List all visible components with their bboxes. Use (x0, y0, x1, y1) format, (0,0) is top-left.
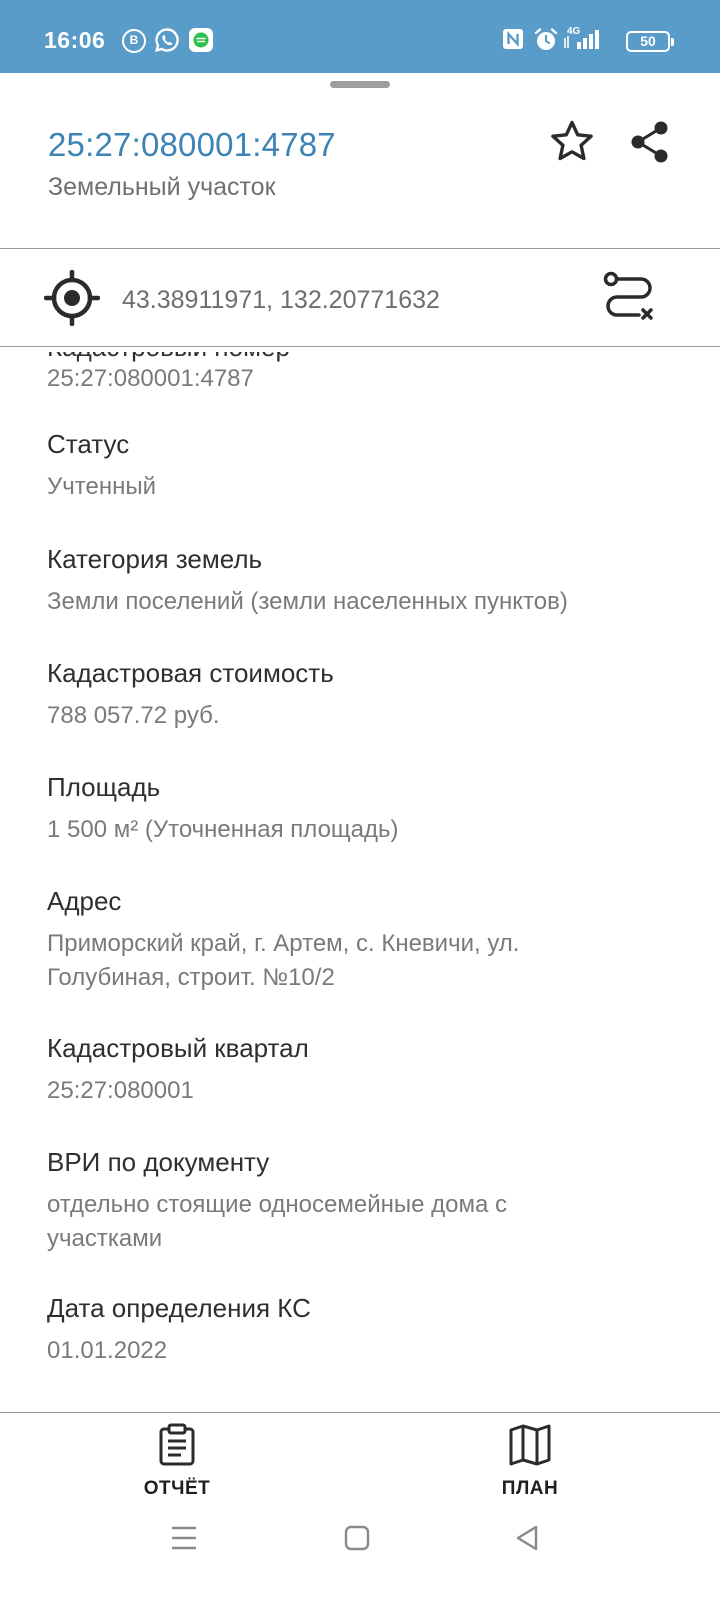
plan-button[interactable]: ПЛАН (470, 1423, 590, 1500)
gps-target-icon[interactable] (43, 269, 101, 331)
clipboard-icon (157, 1423, 197, 1471)
drag-handle[interactable] (330, 81, 390, 88)
field-valuation-date: Дата определения КС 01.01.2022 (47, 1292, 687, 1368)
field-value-line: отдельно стоящие односемейные дома с (47, 1191, 507, 1218)
field-label: Кадастровый квартал (47, 1033, 309, 1063)
alarm-icon (533, 27, 559, 58)
battery-indicator: 50 (626, 31, 674, 52)
route-clear-icon[interactable] (602, 271, 658, 330)
back-icon[interactable] (514, 1524, 540, 1557)
field-label: Адрес (47, 886, 122, 916)
menu-icon[interactable] (170, 1525, 198, 1556)
status-time: 16:06 (44, 27, 106, 53)
cadastral-number-title: 25:27:080001:4787 (48, 126, 336, 163)
field-label: Кадастровая стоимость (47, 658, 334, 688)
field-cadastral-number: 25:27:080001:4787 (47, 362, 687, 396)
object-type-subtitle: Земельный участок (48, 173, 276, 201)
home-icon[interactable] (344, 1525, 370, 1556)
field-value: Приморский край, г. Артем, с. Кневичи, у… (47, 927, 687, 995)
system-navigation-bar (0, 1513, 720, 1600)
messenger-icon (188, 27, 214, 58)
nfc-icon (501, 27, 525, 56)
coordinates-divider (0, 346, 720, 347)
field-value-line: Голубиная, строит. №10/2 (47, 964, 335, 991)
4g-signal-icon: 4G (563, 24, 607, 57)
report-button[interactable]: ОТЧЁТ (117, 1423, 237, 1500)
field-label: Категория земель (47, 544, 263, 574)
star-icon[interactable] (548, 118, 596, 171)
field-value: отдельно стоящие односемейные дома с уча… (47, 1188, 687, 1256)
field-permitted-use: ВРИ по документу отдельно стоящие односе… (47, 1146, 687, 1256)
field-value: 01.01.2022 (47, 1337, 168, 1364)
header-divider (0, 248, 720, 249)
field-label: Дата определения КС (47, 1293, 311, 1323)
report-label: ОТЧЁТ (143, 1478, 211, 1499)
field-address: Адрес Приморский край, г. Артем, с. Кнев… (47, 885, 687, 995)
details-list[interactable]: Кадастровый номер 25:27:080001:4787 Стат… (0, 352, 720, 1412)
field-value: Земли поселений (земли населенных пункто… (47, 588, 568, 615)
b-circle-icon: B (122, 29, 146, 53)
field-value: 1 500 м² (Уточненная площадь) (47, 816, 399, 843)
field-label: ВРИ по документу (47, 1147, 270, 1177)
coordinates-text[interactable]: 43.38911971, 132.20771632 (122, 286, 440, 315)
field-land-category: Категория земель Земли поселений (земли … (47, 543, 687, 619)
plan-label: ПЛАН (501, 1478, 559, 1499)
field-value: 788 057.72 руб. (47, 702, 220, 729)
field-value: 25:27:080001:4787 (47, 365, 254, 392)
field-value: Учтенный (47, 473, 156, 500)
whatsapp-icon (154, 27, 180, 58)
svg-text:4G: 4G (567, 26, 581, 37)
bottom-navigation: ОТЧЁТ ПЛАН (0, 1413, 720, 1513)
share-icon[interactable] (628, 120, 672, 169)
field-value: 25:27:080001 (47, 1077, 194, 1104)
map-icon (508, 1424, 552, 1471)
field-area: Площадь 1 500 м² (Уточненная площадь) (47, 771, 687, 847)
field-label: Площадь (47, 772, 161, 802)
field-status: Статус Учтенный (47, 428, 687, 504)
field-value-line: Приморский край, г. Артем, с. Кневичи, у… (47, 930, 520, 957)
field-value-line: участками (47, 1225, 163, 1252)
field-cadastral-value: Кадастровая стоимость 788 057.72 руб. (47, 657, 687, 733)
status-bar: 16:06 B 4G 50 (0, 0, 720, 73)
field-cadastral-quarter: Кадастровый квартал 25:27:080001 (47, 1032, 687, 1108)
field-label: Статус (47, 429, 130, 459)
